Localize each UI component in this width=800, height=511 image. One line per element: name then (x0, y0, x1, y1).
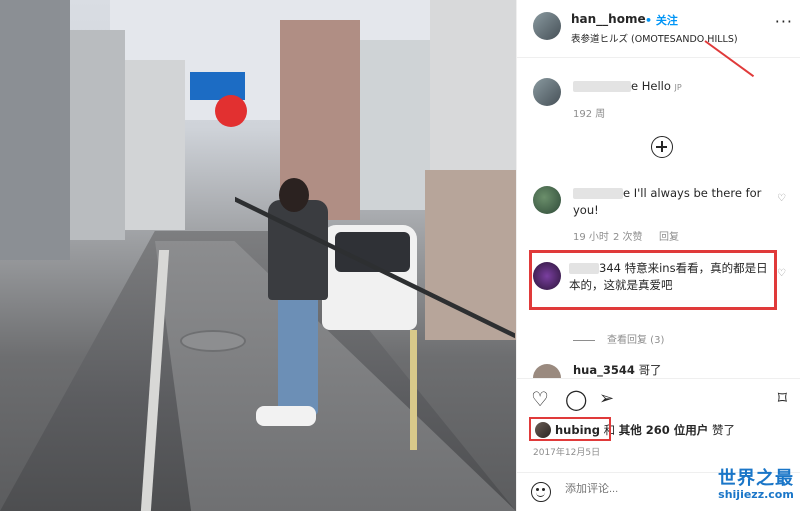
comment-text: e I'll always be there for you! (573, 186, 762, 217)
comment-avatar[interactable] (533, 364, 561, 378)
building-far-right (430, 0, 516, 180)
building-left-2 (70, 30, 125, 240)
yellow-post (410, 330, 417, 450)
shop-sign (215, 95, 247, 127)
post-side-panel: han__home • 关注 表参道ヒルズ (OMOTESANDO HILLS)… (516, 0, 800, 511)
watermark: 世界之最 shijiezz.com (718, 464, 794, 501)
comment-time: 19 小时 (573, 232, 609, 243)
action-bar: ♡ ◯ ➢ ⌑ (517, 378, 800, 420)
replies-divider (573, 339, 595, 341)
comment-like-icon[interactable]: ♡ (777, 268, 786, 279)
comment-text: hua_3544 哥了 (573, 363, 662, 377)
view-replies-button[interactable]: 查看回复 (3) (573, 331, 664, 346)
comment-time: 192 周 (573, 109, 606, 120)
load-more-comments-icon[interactable] (651, 136, 673, 158)
highlight-box (529, 417, 611, 441)
comment-reply-button[interactable]: 回复 (659, 228, 679, 243)
bookmark-icon[interactable]: ⌑ (778, 389, 787, 409)
emoji-icon[interactable] (531, 482, 551, 502)
comment-bubble-icon[interactable]: ◯ (565, 389, 587, 409)
building-mid (125, 60, 185, 230)
blurred-username (573, 81, 631, 92)
watermark-en: shijiezz.com (718, 488, 794, 501)
blurred-username (573, 188, 623, 199)
follow-button[interactable]: • 关注 (645, 12, 678, 28)
post-date: 2017年12月5日 (533, 448, 601, 458)
post-header: han__home • 关注 表参道ヒルズ (OMOTESANDO HILLS)… (517, 0, 800, 78)
poster-username[interactable]: han__home (571, 12, 646, 26)
add-comment-input[interactable] (565, 483, 695, 495)
building-right (360, 40, 430, 210)
building-left (0, 0, 70, 260)
like-heart-icon[interactable]: ♡ (531, 389, 549, 409)
comment-likes[interactable]: 2 次赞 (613, 228, 643, 243)
lang-badge: JP (674, 83, 682, 92)
more-options-icon[interactable]: ··· (775, 12, 793, 31)
comment-like-icon[interactable]: ♡ (777, 193, 786, 204)
likes-summary: hubing 和 其他 260 位用户 赞了 (517, 417, 800, 442)
watermark-cn: 世界之最 (718, 468, 794, 489)
person-head (279, 178, 309, 212)
annotation-arrow (704, 40, 755, 78)
highlight-box (529, 250, 777, 310)
share-paper-plane-icon[interactable]: ➢ (599, 389, 614, 409)
comment-avatar[interactable] (533, 186, 561, 214)
location-link[interactable]: 表参道ヒルズ (OMOTESANDO HILLS) (571, 31, 738, 45)
comment-avatar[interactable] (533, 78, 561, 106)
post-photo[interactable] (0, 0, 516, 511)
poster-avatar[interactable] (533, 12, 561, 40)
comment-text: e Hello JP (573, 78, 773, 96)
